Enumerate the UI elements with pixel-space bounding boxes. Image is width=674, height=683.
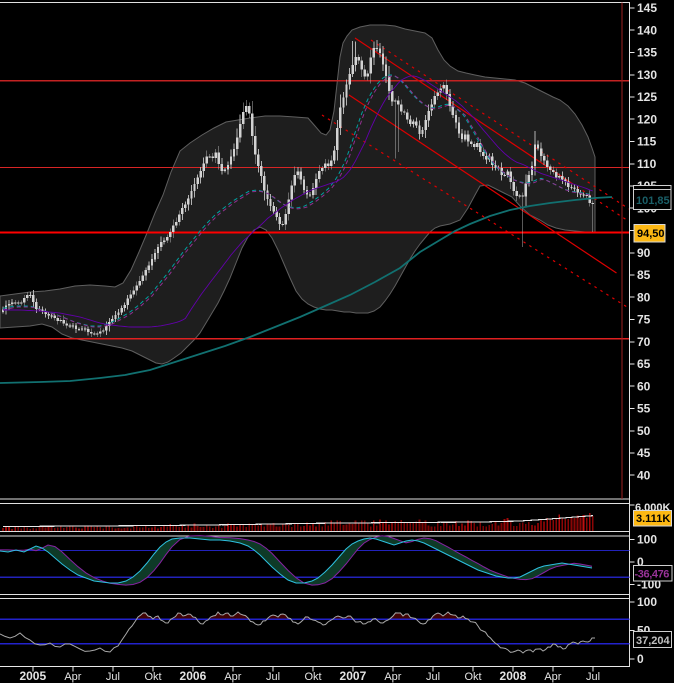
svg-text:65: 65	[637, 357, 651, 371]
svg-text:2008: 2008	[500, 669, 527, 683]
svg-text:110: 110	[637, 157, 657, 171]
svg-text:70: 70	[637, 335, 651, 349]
svg-text:50: 50	[637, 424, 651, 438]
svg-text:Jul: Jul	[586, 671, 600, 683]
svg-text:-36,476: -36,476	[635, 569, 670, 581]
svg-text:2006: 2006	[180, 669, 207, 683]
svg-text:130: 130	[637, 68, 657, 82]
svg-text:55: 55	[637, 402, 651, 416]
svg-text:Jul: Jul	[106, 671, 120, 683]
svg-text:Jul: Jul	[266, 671, 280, 683]
svg-text:45: 45	[637, 446, 651, 460]
svg-text:Apr: Apr	[544, 671, 561, 683]
svg-text:80: 80	[637, 290, 651, 304]
svg-text:0: 0	[637, 652, 644, 666]
svg-text:125: 125	[637, 90, 657, 104]
svg-text:115: 115	[637, 135, 657, 149]
svg-text:120: 120	[637, 113, 657, 127]
svg-text:100: 100	[637, 533, 657, 547]
svg-text:140: 140	[637, 24, 657, 38]
svg-text:Jul: Jul	[426, 671, 440, 683]
svg-text:Apr: Apr	[224, 671, 241, 683]
svg-text:37,204: 37,204	[636, 635, 671, 647]
svg-text:101,85: 101,85	[636, 195, 670, 207]
svg-text:90: 90	[637, 246, 651, 260]
svg-text:40: 40	[637, 468, 651, 482]
svg-text:94,50: 94,50	[637, 228, 665, 240]
svg-text:Okt: Okt	[304, 671, 321, 683]
svg-text:Okt: Okt	[144, 671, 161, 683]
svg-text:135: 135	[637, 46, 657, 60]
svg-text:Apr: Apr	[384, 671, 401, 683]
svg-text:85: 85	[637, 268, 651, 282]
svg-text:145: 145	[637, 1, 657, 15]
svg-text:Apr: Apr	[64, 671, 81, 683]
svg-text:75: 75	[637, 313, 651, 327]
svg-text:2007: 2007	[340, 669, 367, 683]
svg-text:Okt: Okt	[464, 671, 481, 683]
svg-text:3.111K: 3.111K	[636, 513, 670, 525]
svg-text:60: 60	[637, 379, 651, 393]
svg-text:100: 100	[637, 595, 657, 609]
svg-text:2005: 2005	[19, 669, 46, 683]
